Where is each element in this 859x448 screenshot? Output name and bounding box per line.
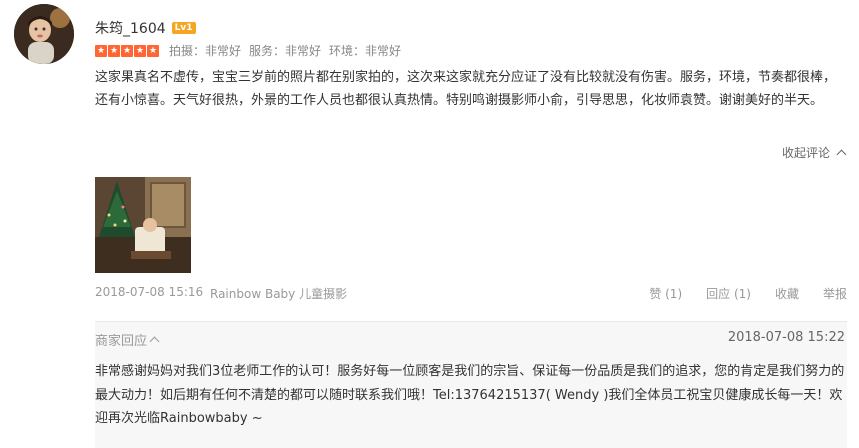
merchant-reply-date: 2018-07-08 15:22	[727, 330, 845, 345]
review-date: 2018-07-08 15:16	[95, 285, 204, 299]
collapse-review-label: 收起评论	[781, 146, 830, 160]
reviewer-name[interactable]: 朱筠_1604	[95, 18, 166, 38]
star-rating: ★ ★ ★ ★ ★	[95, 44, 159, 57]
star-icon: ★	[147, 44, 159, 57]
merchant-reply-title: 商家回应	[95, 334, 148, 349]
collapse-review-button[interactable]: 收起评论	[781, 144, 847, 161]
star-icon: ★	[95, 44, 107, 57]
merchant-reply-toggle[interactable]: 商家回应	[95, 330, 160, 349]
reviewer-name-row: 朱筠_1604 Lv1	[95, 18, 196, 38]
rating-environment: 环境：非常好	[329, 44, 402, 58]
star-icon: ★	[121, 44, 133, 57]
review-text: 这家果真名不虚传，宝宝三岁前的照片都在别家拍的，这次来这家就充分应证了没有比较就…	[95, 70, 837, 108]
chevron-up-icon	[836, 149, 847, 160]
like-button[interactable]: 赞 (1)	[649, 285, 682, 302]
report-button[interactable]: 举报	[823, 285, 847, 302]
star-icon: ★	[108, 44, 120, 57]
reply-button[interactable]: 回应 (1)	[706, 285, 751, 302]
rating-row: ★ ★ ★ ★ ★ 拍摄：非常好 服务：非常好 环境：非常好	[95, 42, 409, 59]
merchant-reply-box: 商家回应 2018-07-08 15:22 非常感谢妈妈对我们3位老师工作的认可…	[95, 321, 847, 448]
shop-name[interactable]: Rainbow Baby 儿童摄影	[210, 285, 347, 302]
star-icon: ★	[134, 44, 146, 57]
rating-photography: 拍摄：非常好	[169, 44, 242, 58]
merchant-reply-text: 非常感谢妈妈对我们3位老师工作的认可！服务好每一位顾客是我们的宗旨、保证每一份品…	[95, 364, 845, 426]
user-avatar[interactable]	[14, 4, 74, 64]
rating-service: 服务：非常好	[249, 44, 322, 58]
review-photo-thumbnail[interactable]	[95, 177, 191, 273]
review-actions: 赞 (1) 回应 (1) 收藏 举报	[649, 285, 847, 302]
chevron-up-icon	[149, 336, 160, 347]
level-badge: Lv1	[171, 22, 196, 34]
favorite-button[interactable]: 收藏	[775, 285, 799, 302]
